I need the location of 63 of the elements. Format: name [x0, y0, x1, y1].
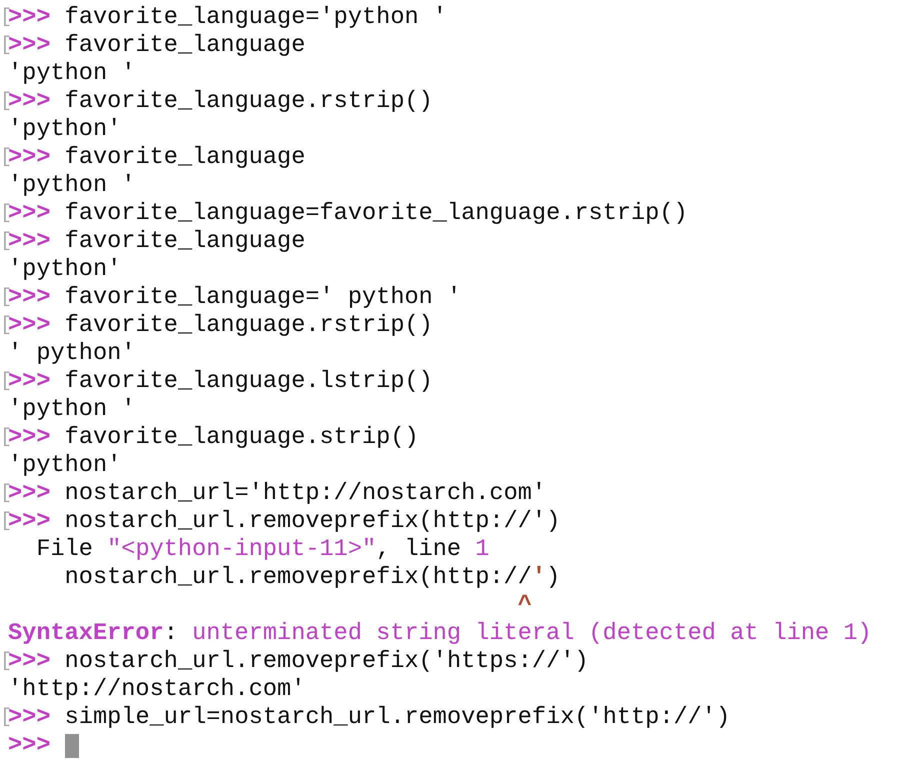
output-text: nostarch_url.removeprefix(http:// [64, 564, 532, 592]
output-text: 'python' [8, 116, 122, 144]
prompt: >>> [8, 312, 50, 340]
prompt: >>> [8, 228, 50, 256]
line-marker: [ [0, 649, 8, 675]
prompt: >>> [8, 424, 50, 452]
line-marker: [ [0, 229, 8, 255]
output-text: unterminated string literal (detected at line 1) [192, 620, 872, 648]
command-text: favorite_language=favorite_language.rstrip() [64, 200, 688, 228]
prompt: >>> [8, 88, 50, 116]
command-text: favorite_language [64, 144, 306, 172]
command-text: nostarch_url.removeprefix(http://') [64, 508, 560, 536]
output-text: ) [546, 564, 560, 592]
output-text: : [164, 620, 179, 648]
line-marker: [ [0, 509, 8, 535]
prompt: >>> [8, 32, 50, 60]
line-marker: [ [0, 369, 8, 395]
prompt: >>> [8, 508, 50, 536]
line-marker: [ [0, 145, 8, 171]
command-text: favorite_language.lstrip() [64, 368, 433, 396]
prompt: >>> [8, 368, 50, 396]
line-marker: [ [0, 285, 8, 311]
line-marker: [ [0, 5, 8, 31]
line-marker: [ [0, 425, 8, 451]
prompt: >>> [8, 704, 50, 732]
output-text: 1 [475, 536, 490, 564]
prompt: >>> [8, 284, 50, 312]
output-text: ' [532, 564, 546, 592]
output-text: 'http://nostarch.com' [8, 676, 306, 704]
command-text: favorite_language.rstrip() [64, 88, 433, 116]
output-text: , line [376, 536, 462, 564]
output-text: 'python' [8, 452, 122, 480]
output-text: 'python ' [8, 172, 136, 200]
text-cursor [64, 734, 79, 758]
output-text: ' python' [8, 340, 136, 368]
prompt: >>> [8, 480, 50, 508]
line-marker: [ [0, 89, 8, 115]
command-text: favorite_language [64, 32, 306, 60]
command-text: favorite_language.strip() [64, 424, 419, 452]
prompt: >>> [8, 200, 50, 228]
command-text: favorite_language='python ' [64, 4, 447, 32]
prompt: >>> [8, 648, 50, 676]
line-marker: [ [0, 313, 8, 339]
prompt: >>> [8, 144, 50, 172]
command-text: nostarch_url.removeprefix('https://') [64, 648, 589, 676]
command-text: favorite_language [64, 228, 306, 256]
output-text: File [35, 536, 94, 564]
command-text: favorite_language=' python ' [64, 284, 462, 312]
command-text: nostarch_url='http://nostarch.com' [64, 480, 546, 508]
output-text: 'python ' [8, 396, 136, 424]
line-marker: [ [0, 481, 8, 507]
command-text: simple_url=nostarch_url.removeprefix('http://') [64, 704, 730, 732]
output-text: "<python-input-11>" [107, 536, 376, 564]
error-name: SyntaxError [8, 620, 164, 648]
line-marker: [ [0, 201, 8, 227]
prompt: >>> [8, 4, 50, 32]
prompt: >>> [8, 732, 50, 760]
command-text: favorite_language.rstrip() [64, 312, 433, 340]
output-text: 'python' [8, 256, 122, 284]
output-text: 'python ' [8, 60, 136, 88]
line-marker: [ [0, 705, 8, 731]
line-marker: [ [0, 33, 8, 59]
error-caret: ^ [518, 592, 532, 620]
